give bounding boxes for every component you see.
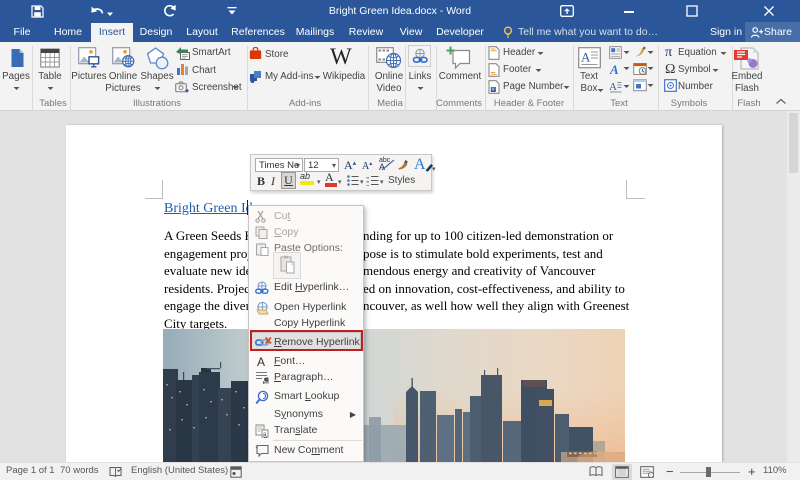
svg-text:A: A: [581, 50, 591, 65]
svg-text:A: A: [609, 81, 617, 93]
svg-text:#: #: [492, 87, 495, 93]
